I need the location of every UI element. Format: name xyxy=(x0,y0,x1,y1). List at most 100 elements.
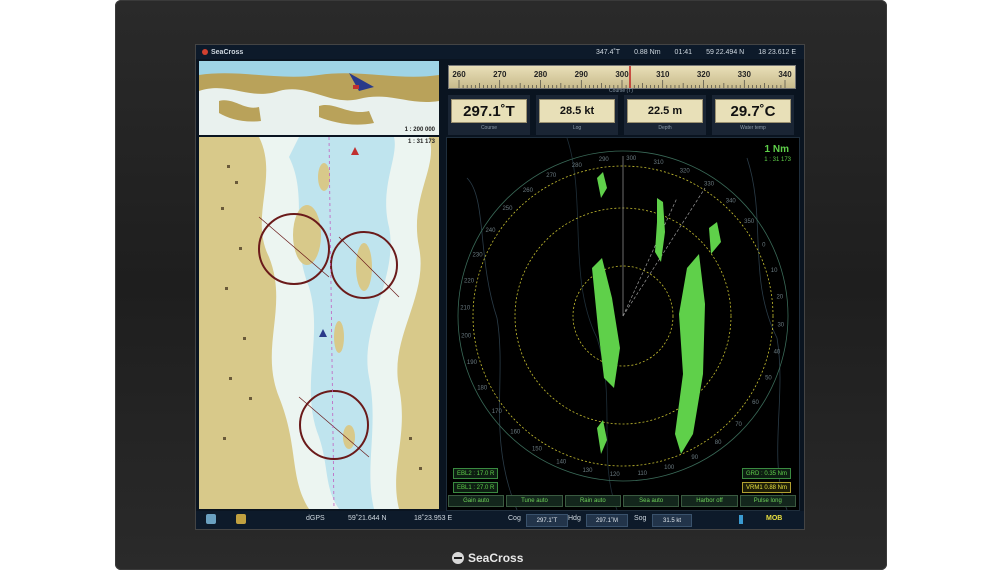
overview-map xyxy=(199,61,439,135)
radar-bearing-label: 50 xyxy=(765,376,772,382)
compass-caption: Course (T) xyxy=(609,88,633,94)
app-title-label: SeaCross xyxy=(211,48,244,56)
harbor-button[interactable]: Harbor off xyxy=(681,495,738,507)
compass-tick-label: 340 xyxy=(778,70,792,79)
ebl1-tag[interactable]: EBL1 : 27.0 R xyxy=(453,482,499,493)
status-time: 01:41 xyxy=(674,48,693,56)
radar-bearing-label: 110 xyxy=(637,471,647,477)
nautical-chart[interactable]: 1 : 31 173 xyxy=(199,137,439,509)
readout-water-temp-value: 29.7˚C xyxy=(715,99,791,123)
radar-bearing-label: 140 xyxy=(556,459,567,465)
compass-tick-label: 260 xyxy=(452,70,466,79)
hdg-value: 297.1˚M xyxy=(586,514,628,527)
status-lon: 18 23.612 E xyxy=(758,48,796,56)
top-status-bar: SeaCross 347.4˚T 0.88 Nm 01:41 59 22.494… xyxy=(196,45,804,59)
compass-strip: 260 270 280 290 300 310 320 330 340 xyxy=(448,65,796,89)
tune-button[interactable]: Tune auto xyxy=(506,495,563,507)
readout-depth-caption: Depth xyxy=(658,125,672,131)
compass-tick-label: 270 xyxy=(493,70,507,79)
readout-depth-value: 22.5 m xyxy=(627,99,703,123)
radar-bearing-label: 130 xyxy=(582,468,593,474)
grd-tag[interactable]: GRD : 0.35 Nm xyxy=(741,468,791,479)
radar-bearing-label: 100 xyxy=(664,465,675,471)
radar-bearing-label: 280 xyxy=(572,163,583,169)
overview-chart[interactable]: 1 : 200 000 xyxy=(199,61,439,135)
status-heading: 347.4˚T xyxy=(595,48,621,56)
radar-bearing-label: 70 xyxy=(735,422,742,428)
radar-bearing-label: 340 xyxy=(726,198,737,204)
radar-bearing-label: 160 xyxy=(510,430,521,436)
readout-course-value: 297.1˚T xyxy=(451,99,527,123)
radar-bearing-label: 240 xyxy=(485,228,496,234)
radar-bearing-label: 60 xyxy=(752,400,759,406)
seacross-logo-icon xyxy=(452,552,464,564)
readout-log-value: 28.5 kt xyxy=(539,99,615,123)
instrument-readouts: 297.1˚T Course 28.5 kt Log 22.5 m Depth … xyxy=(444,95,798,135)
overview-scale: 1 : 200 000 xyxy=(404,127,435,133)
radar-bearing-label: 310 xyxy=(654,160,665,166)
radar-bearing-label: 350 xyxy=(744,219,755,225)
rain-button[interactable]: Rain auto xyxy=(564,495,621,507)
gain-button[interactable]: Gain auto xyxy=(448,495,505,507)
lock-icon[interactable] xyxy=(236,514,246,524)
battery-icon xyxy=(739,515,743,524)
chart-scale: 1 : 31 173 xyxy=(407,139,435,145)
radar-display[interactable]: 270 280 290 300 310 320 330 340 350 0 10 20 30 40 50 60… xyxy=(446,137,800,511)
radar-bearing-label: 200 xyxy=(461,333,472,339)
readout-water-temp-caption: Water temp xyxy=(740,125,766,131)
mob-button[interactable]: MOB xyxy=(766,515,782,522)
radar-bearing-label: 120 xyxy=(610,472,621,478)
sog-value: 31.5 kt xyxy=(652,514,692,527)
status-distance: 0.88 Nm xyxy=(634,48,661,56)
hdg-label: Hdg xyxy=(568,515,581,522)
compass-tick-label: 310 xyxy=(656,70,670,79)
sea-button[interactable]: Sea auto xyxy=(622,495,680,507)
radar-bearing-label: 40 xyxy=(774,350,781,356)
radar-bearing-label: 230 xyxy=(473,252,484,258)
radar-bearing-label: 210 xyxy=(460,306,471,312)
readout-course-caption: Course xyxy=(480,125,498,131)
cog-label: Cog xyxy=(508,515,521,522)
radar-bearing-label: 90 xyxy=(691,455,698,461)
compass-tick-label: 320 xyxy=(697,70,711,79)
thumbs-up-icon[interactable] xyxy=(206,514,216,524)
radar-controls: Gain auto Tune auto Rain auto Sea auto H… xyxy=(448,495,796,507)
screen: SeaCross 347.4˚T 0.88 Nm 01:41 59 22.494… xyxy=(195,44,805,530)
cog-value: 297.1˚T xyxy=(526,514,568,527)
chart-map xyxy=(199,137,439,509)
radar-bearing-label: 0 xyxy=(762,242,766,248)
pulse-button[interactable]: Pulse long xyxy=(739,495,796,507)
compass-scale: 260 270 280 290 300 310 320 330 340 xyxy=(452,66,792,88)
ebl2-tag[interactable]: EBL2 : 17.0 R xyxy=(453,468,499,479)
bottom-status-bar: dGPS 59˚21.644 N 18˚23.953 E Cog 297.1˚T… xyxy=(196,511,804,529)
readout-water-temp: 29.7˚C Water temp xyxy=(712,95,794,135)
radar-bearing-label: 150 xyxy=(532,447,543,453)
app-title: SeaCross xyxy=(202,49,596,56)
readout-course: 297.1˚T Course xyxy=(448,95,530,135)
radar-bearing-label: 190 xyxy=(467,360,478,366)
bezel-brand: SeaCross xyxy=(452,551,523,565)
radar-bearing-label: 80 xyxy=(715,440,722,446)
radar-bearing-label: 170 xyxy=(492,409,503,415)
radar-range: 1 Nm xyxy=(764,144,789,155)
sog-label: Sog xyxy=(634,515,647,522)
radar-bearing-label: 260 xyxy=(523,188,534,194)
compass-tick-label: 290 xyxy=(575,70,589,79)
radar-bearing-label: 20 xyxy=(776,295,783,301)
vrm-tag[interactable]: VRM1 0.88 Nm xyxy=(741,482,791,493)
radar-bearing-label: 10 xyxy=(771,268,778,274)
position-lon: 18˚23.953 E xyxy=(414,515,453,522)
radar-bearing-labels: 270 280 290 300 310 320 330 340 350 0 10 20 30 40 50 60… xyxy=(460,156,785,478)
radar-bearing-label: 250 xyxy=(502,206,513,212)
gps-mode: dGPS xyxy=(306,515,325,522)
radar-bearing-label: 270 xyxy=(546,173,557,179)
radar-bearing-label: 220 xyxy=(464,278,475,284)
readout-log-caption: Log xyxy=(572,125,582,131)
radar-bearing-label: 330 xyxy=(704,181,715,187)
readout-depth: 22.5 m Depth xyxy=(624,95,706,135)
radar-scope: 270 280 290 300 310 320 330 340 350 0 10 20 30 40 50 60… xyxy=(457,138,789,510)
radar-bearing-label: 30 xyxy=(777,322,784,328)
compass-tick-label: 280 xyxy=(534,70,548,79)
status-lat: 59 22.494 N xyxy=(706,48,745,56)
readout-log: 28.5 kt Log xyxy=(536,95,618,135)
